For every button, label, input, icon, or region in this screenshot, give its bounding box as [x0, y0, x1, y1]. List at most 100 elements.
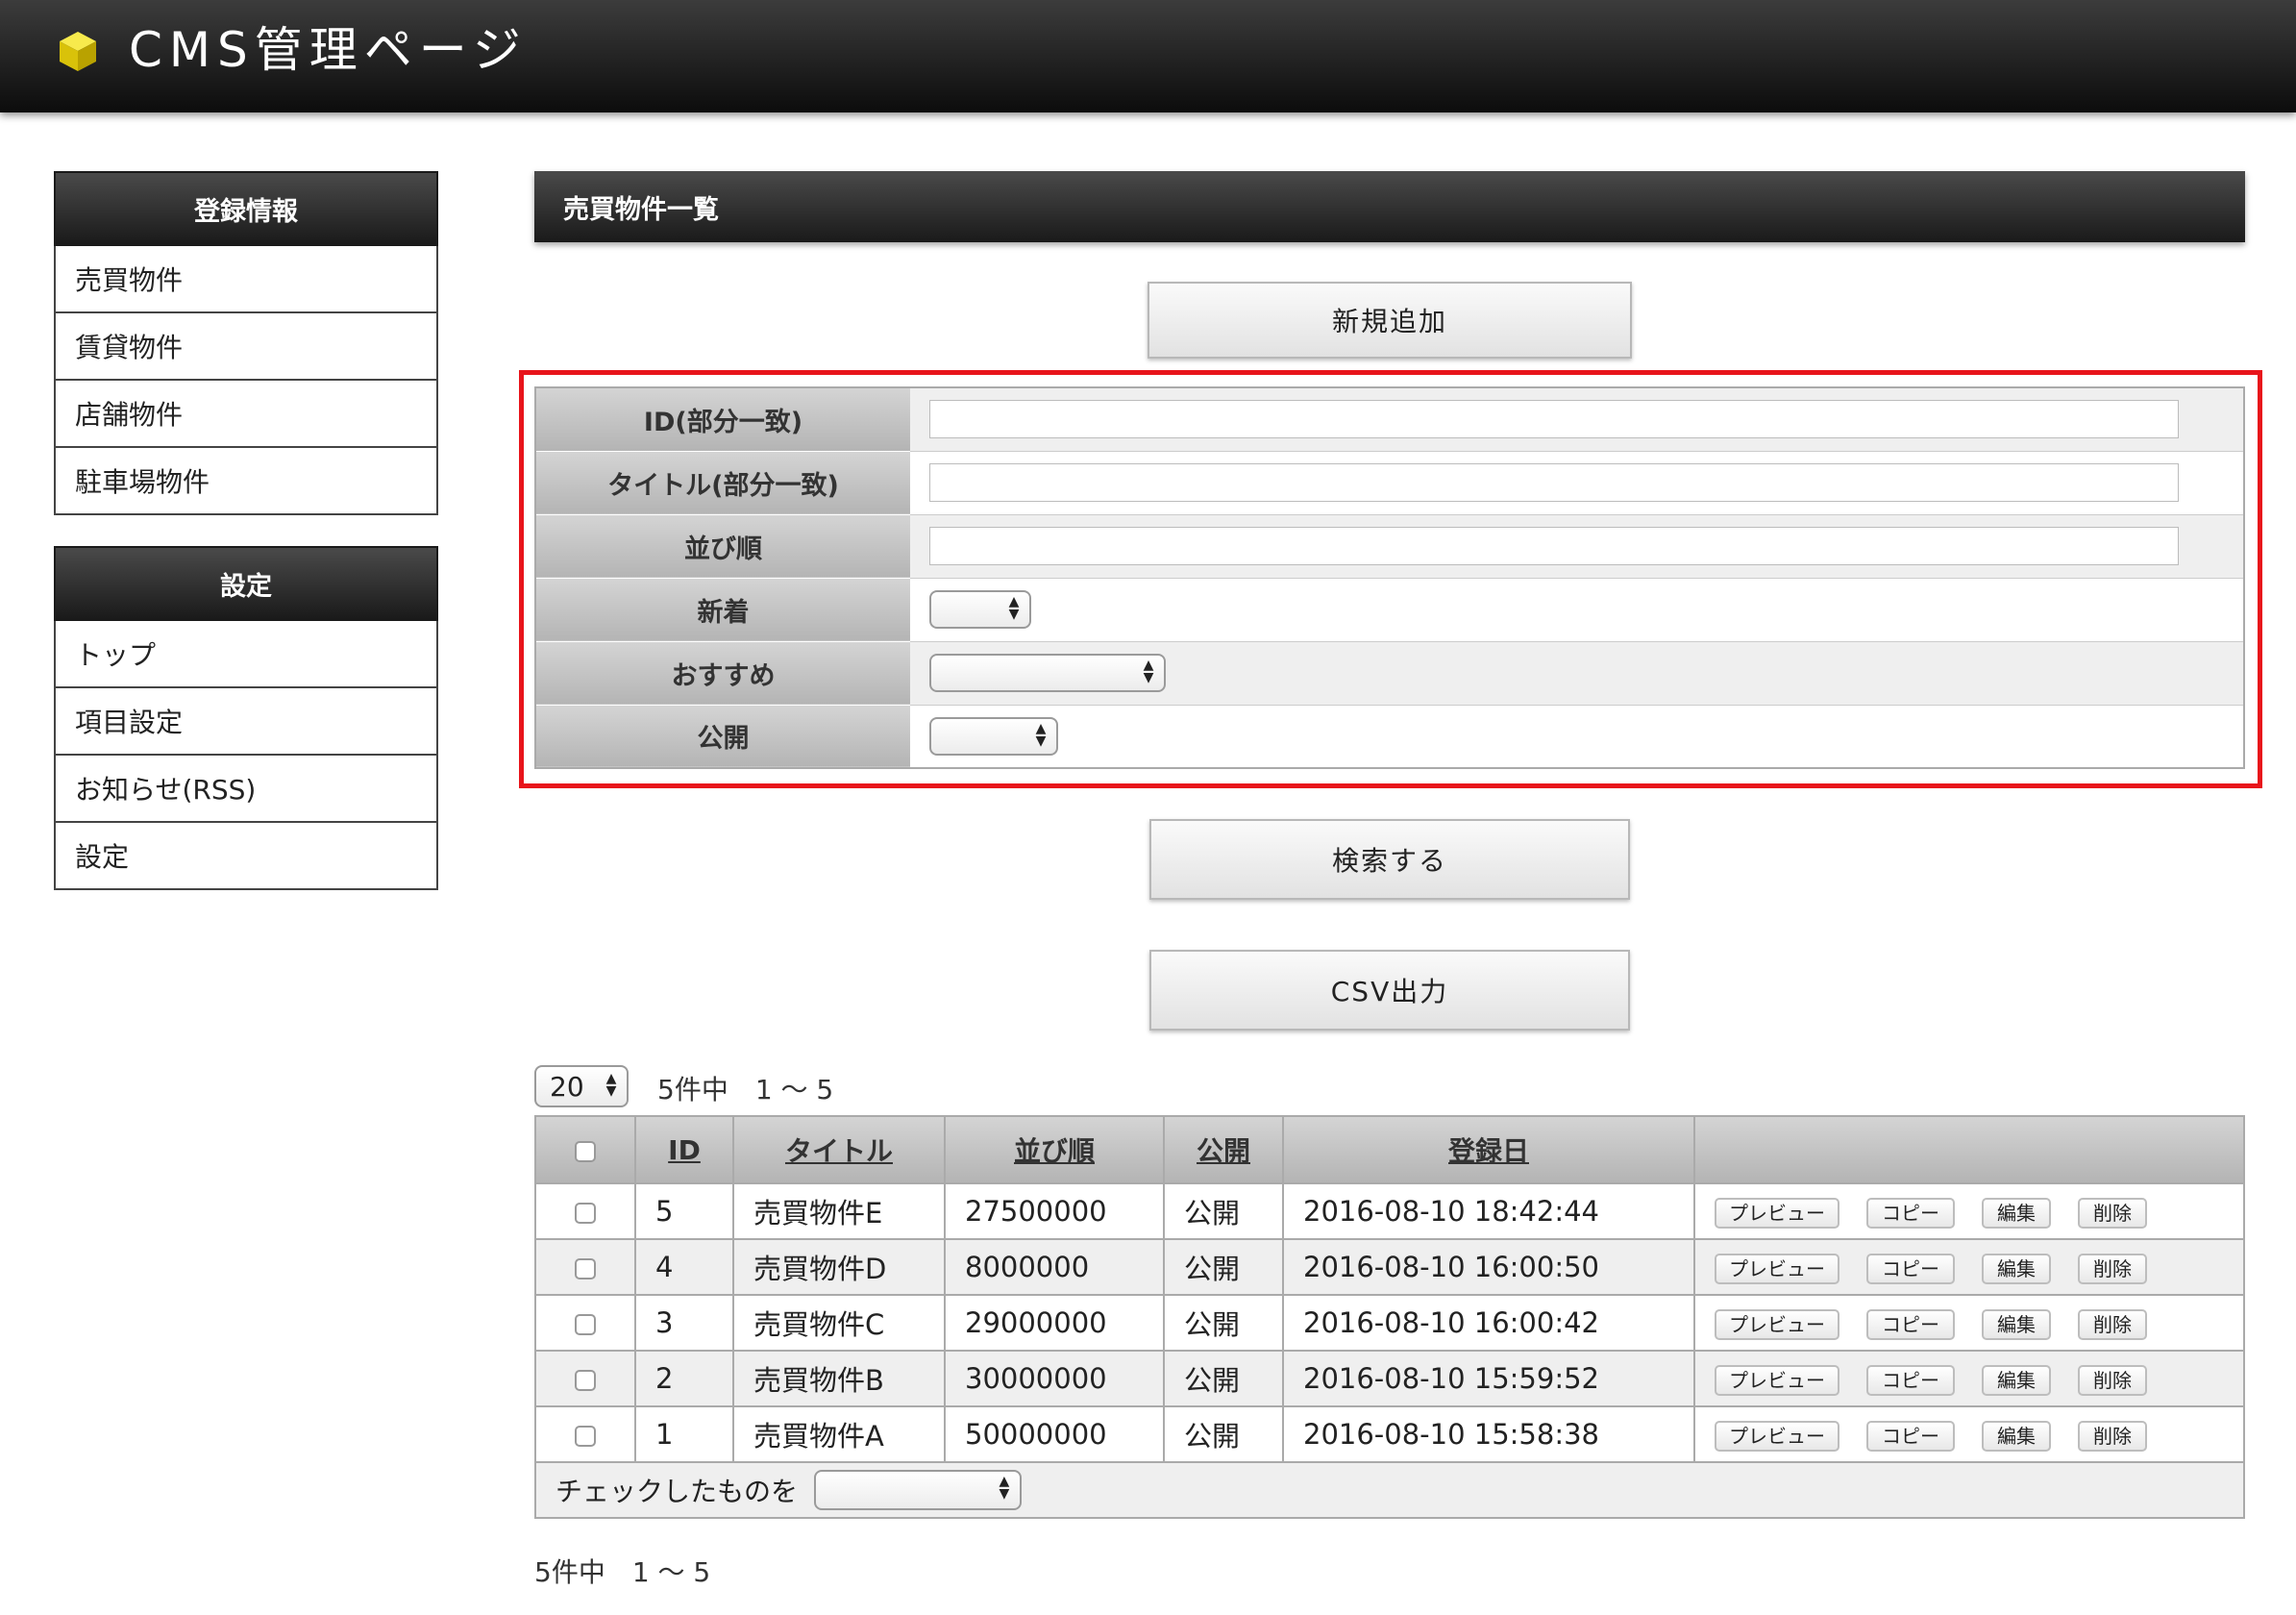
row-checkbox[interactable] [574, 1426, 596, 1447]
updown-arrow-icon: ▲ ▼ [1143, 658, 1154, 685]
copy-button[interactable]: コピー [1866, 1308, 1955, 1340]
select-all-checkbox[interactable] [575, 1140, 596, 1162]
sidebar-item-settings[interactable]: 設定 [54, 823, 438, 890]
row-id: 2 [634, 1350, 734, 1407]
public-select[interactable]: ▲ ▼ [929, 716, 1058, 756]
column-header-order[interactable]: 並び順 [944, 1115, 1165, 1184]
column-header-actions [1693, 1115, 2245, 1184]
updown-arrow-icon: ▲ ▼ [605, 1071, 617, 1099]
row-order: 29000000 [944, 1294, 1165, 1352]
table-row: 3 売買物件C 29000000 公開 2016-08-10 16:00:42 … [534, 1294, 2245, 1352]
sidebar-group-title: 登録情報 [54, 171, 438, 246]
table-row: 2 売買物件B 30000000 公開 2016-08-10 15:59:52 … [534, 1350, 2245, 1407]
preview-button[interactable]: プレビュー [1715, 1253, 1839, 1284]
copy-button[interactable]: コピー [1866, 1420, 1955, 1452]
sidebar-item-sale-property[interactable]: 売買物件 [54, 246, 438, 313]
search-row-title: タイトル(部分一致) [534, 451, 2245, 515]
column-header-date[interactable]: 登録日 [1282, 1115, 1695, 1184]
order-search-input[interactable] [929, 527, 2179, 565]
table-header-row: ID タイトル 並び順 公開 登録日 [534, 1115, 2245, 1184]
result-count-bottom: 5件中 1 ～ 5 [534, 1556, 711, 1588]
search-row-new: 新着 ▲ ▼ [534, 578, 2245, 642]
search-label: 並び順 [534, 514, 910, 579]
id-search-input[interactable] [929, 400, 2179, 439]
row-order: 8000000 [944, 1238, 1165, 1296]
row-status: 公開 [1163, 1350, 1284, 1407]
copy-button[interactable]: コピー [1866, 1197, 1955, 1229]
row-title: 売買物件B [732, 1350, 946, 1407]
row-status: 公開 [1163, 1294, 1284, 1352]
result-count-top: 5件中 1 ～ 5 [657, 1074, 834, 1106]
row-id: 3 [634, 1294, 734, 1352]
recommend-select[interactable]: ▲ ▼ [929, 654, 1166, 692]
row-status: 公開 [1163, 1238, 1284, 1296]
csv-export-button[interactable]: CSV出力 [1149, 950, 1630, 1031]
per-page-select[interactable]: 20 ▲ ▼ [534, 1065, 629, 1107]
add-new-button[interactable]: 新規追加 [1148, 282, 1632, 359]
bulk-action-row: チェックしたものを ▲ ▼ [534, 1461, 2245, 1519]
row-date: 2016-08-10 16:00:50 [1282, 1238, 1695, 1296]
sidebar-group-settings: 設定 トップ 項目設定 お知らせ(RSS) 設定 [54, 546, 438, 890]
search-row-order: 並び順 [534, 514, 2245, 579]
search-label: おすすめ [534, 641, 910, 706]
row-checkbox[interactable] [574, 1370, 596, 1391]
sidebar-item-news-rss[interactable]: お知らせ(RSS) [54, 756, 438, 823]
updown-arrow-icon: ▲ ▼ [999, 1474, 1010, 1502]
edit-button[interactable]: 編集 [1982, 1420, 2051, 1452]
preview-button[interactable]: プレビュー [1715, 1364, 1839, 1396]
column-header-public[interactable]: 公開 [1163, 1115, 1284, 1184]
search-button[interactable]: 検索する [1149, 819, 1630, 900]
edit-button[interactable]: 編集 [1982, 1364, 2051, 1396]
title-search-input[interactable] [929, 463, 2179, 502]
row-title: 売買物件D [732, 1238, 946, 1296]
sidebar-group-title: 設定 [54, 546, 438, 621]
delete-button[interactable]: 削除 [2078, 1253, 2147, 1284]
row-date: 2016-08-10 18:42:44 [1282, 1182, 1695, 1240]
copy-button[interactable]: コピー [1866, 1364, 1955, 1396]
row-title: 売買物件A [732, 1405, 946, 1463]
bulk-action-label: チェックしたものを [555, 1476, 799, 1507]
sidebar-group-registration: 登録情報 売買物件 賃貸物件 店舗物件 駐車場物件 [54, 171, 438, 515]
delete-button[interactable]: 削除 [2078, 1197, 2147, 1229]
per-page-value: 20 [550, 1070, 584, 1103]
delete-button[interactable]: 削除 [2078, 1308, 2147, 1340]
edit-button[interactable]: 編集 [1982, 1308, 2051, 1340]
updown-arrow-icon: ▲ ▼ [1035, 720, 1047, 749]
row-checkbox[interactable] [574, 1258, 596, 1280]
preview-button[interactable]: プレビュー [1715, 1308, 1839, 1340]
preview-button[interactable]: プレビュー [1715, 1420, 1839, 1452]
top-header: CMS管理ページ [0, 0, 2296, 112]
row-order: 50000000 [944, 1405, 1165, 1463]
preview-button[interactable]: プレビュー [1715, 1197, 1839, 1229]
new-select[interactable]: ▲ ▼ [929, 590, 1031, 629]
delete-button[interactable]: 削除 [2078, 1420, 2147, 1452]
table-row: 5 売買物件E 27500000 公開 2016-08-10 18:42:44 … [534, 1182, 2245, 1240]
search-form: ID(部分一致) タイトル(部分一致) 並び順 新着 ▲ ▼ おすすめ ▲ ▼ 公開 [534, 386, 2245, 769]
bulk-action-select[interactable]: ▲ ▼ [813, 1470, 1022, 1510]
delete-button[interactable]: 削除 [2078, 1364, 2147, 1396]
select-all-header [534, 1115, 636, 1184]
updown-arrow-icon: ▲ ▼ [1008, 594, 1020, 622]
row-date: 2016-08-10 16:00:42 [1282, 1294, 1695, 1352]
column-header-title[interactable]: タイトル [732, 1115, 946, 1184]
table-row: 1 売買物件A 50000000 公開 2016-08-10 15:58:38 … [534, 1405, 2245, 1463]
sidebar-item-store-property[interactable]: 店舗物件 [54, 381, 438, 448]
yellow-cube-icon [60, 32, 96, 71]
column-header-id[interactable]: ID [634, 1115, 734, 1184]
row-checkbox[interactable] [574, 1203, 596, 1224]
search-label: 新着 [534, 578, 910, 642]
section-title: 売買物件一覧 [534, 171, 2245, 242]
sidebar-item-rental-property[interactable]: 賃貸物件 [54, 313, 438, 381]
row-status: 公開 [1163, 1405, 1284, 1463]
sidebar-item-field-settings[interactable]: 項目設定 [54, 688, 438, 756]
edit-button[interactable]: 編集 [1982, 1253, 2051, 1284]
row-date: 2016-08-10 15:59:52 [1282, 1350, 1695, 1407]
edit-button[interactable]: 編集 [1982, 1197, 2051, 1229]
row-title: 売買物件E [732, 1182, 946, 1240]
row-order: 27500000 [944, 1182, 1165, 1240]
search-row-recommend: おすすめ ▲ ▼ [534, 641, 2245, 706]
sidebar-item-parking-property[interactable]: 駐車場物件 [54, 448, 438, 515]
sidebar-item-top[interactable]: トップ [54, 621, 438, 688]
copy-button[interactable]: コピー [1866, 1253, 1955, 1284]
row-checkbox[interactable] [574, 1314, 596, 1335]
